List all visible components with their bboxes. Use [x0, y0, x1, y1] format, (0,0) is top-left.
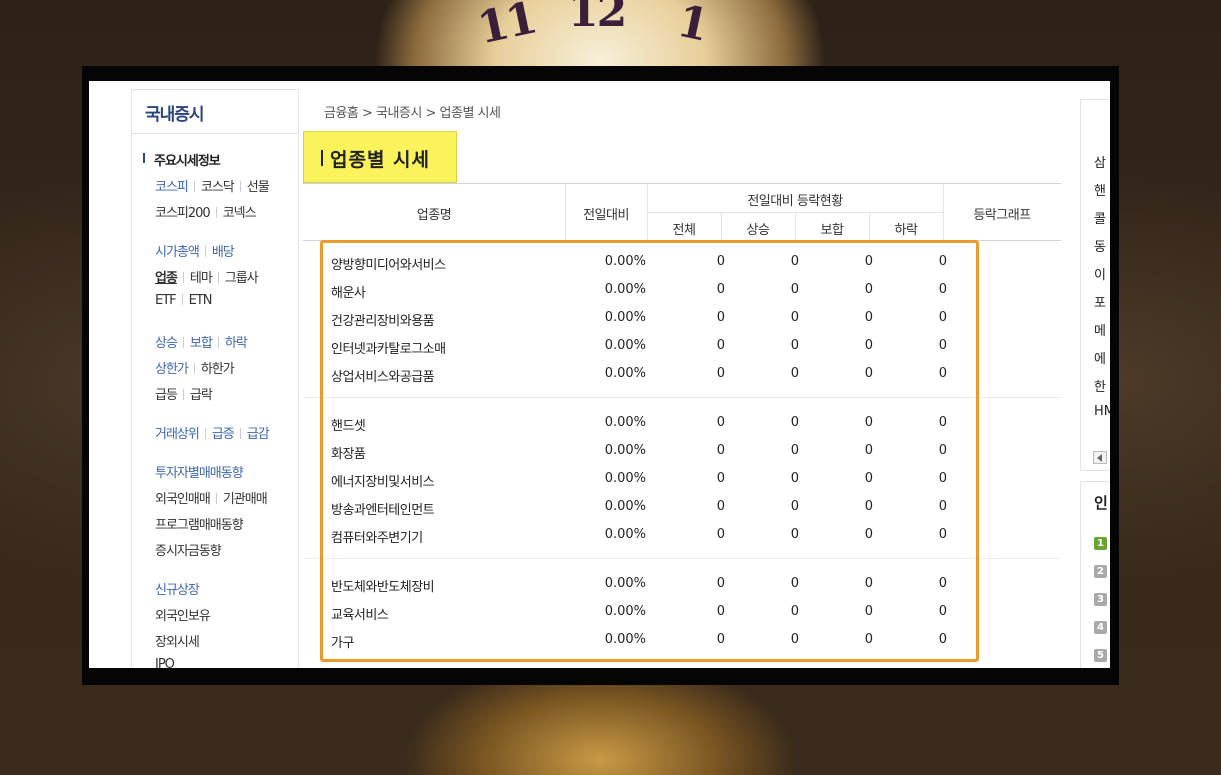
sidebar-row: 상승 보합 하락 [155, 332, 248, 351]
rank-badge: 2 [1094, 565, 1107, 578]
sidebar-link[interactable]: 투자자별매매동향 [155, 466, 244, 481]
annotation-highlight-box [320, 240, 979, 662]
separator [182, 389, 184, 400]
table-header: 업종명 전일대비 전일대비 등락현황 전체 상승 보합 하락 등락그래프 [303, 183, 1061, 241]
sidebar-row: 거래상위 급증 급감 [155, 423, 270, 442]
sidebar-row: 상한가 하한가 [155, 358, 235, 377]
sidebar-link[interactable]: 테마 [190, 271, 213, 286]
sidebar-link[interactable]: 장외시세 [155, 635, 200, 650]
sidebar-row: 프로그램매매동향 [155, 514, 244, 533]
rank-badge: 3 [1094, 593, 1107, 606]
separator [182, 337, 184, 348]
sidebar-link[interactable]: 상한가 [155, 362, 189, 377]
browser-screen: 국내증시 주요시세정보 코스피 코스닥 선물코스피200 코넥스시가총액 배당업종 테마 그… [89, 81, 1110, 668]
sidebar-row: 업종 테마 그룹사 [155, 267, 259, 286]
sidebar-row: 코스피 코스닥 선물 [155, 176, 270, 195]
sidebar-link[interactable]: 시가총액 [155, 245, 200, 260]
separator [239, 428, 241, 439]
right-panel-item[interactable]: 에 [1094, 348, 1106, 367]
sidebar-link[interactable]: 업종 [155, 271, 178, 286]
sidebar-link[interactable]: 급등 [155, 388, 178, 403]
col-name: 업종명 [416, 208, 452, 223]
sidebar-link[interactable]: 하락 [225, 336, 248, 351]
sidebar-link[interactable]: 코스피 [155, 180, 189, 195]
sidebar-row: 시가총액 배당 [155, 241, 235, 260]
sidebar-link[interactable]: 급증 [212, 427, 235, 442]
separator [215, 207, 217, 218]
sidebar-link[interactable]: 외국인매매 [155, 492, 211, 507]
sidebar-link[interactable]: 선물 [247, 180, 270, 195]
right-panel-item[interactable]: HM [1094, 404, 1110, 419]
sidebar-link[interactable]: ETF [155, 293, 177, 308]
rank-badge: 5 [1094, 649, 1107, 662]
separator [217, 337, 219, 348]
right-panel-item[interactable]: 삼 [1094, 152, 1106, 171]
sidebar-link[interactable]: 하한가 [201, 362, 235, 377]
sidebar-row: 투자자별매매동향 [155, 462, 244, 481]
right-panel-item[interactable]: 메 [1094, 320, 1106, 339]
page-title: 업종별 시세 [303, 131, 457, 183]
scroll-left-icon[interactable] [1093, 451, 1107, 464]
sidebar: 국내증시 주요시세정보 코스피 코스닥 선물코스피200 코넥스시가총액 배당업종 테마 그… [131, 89, 299, 668]
sidebar-row: 외국인보유 [155, 605, 211, 624]
col-up: 상승 [746, 223, 770, 238]
ranking-panel: 인 1 2 3 4 5 [1080, 481, 1110, 668]
sidebar-title: 국내증시 [132, 90, 298, 134]
sidebar-link[interactable]: 급감 [247, 427, 270, 442]
ranking-title: 인 [1094, 494, 1108, 512]
sidebar-row: IPO [155, 657, 175, 668]
separator [193, 363, 195, 374]
col-total: 전체 [672, 223, 696, 238]
sidebar-row: 코스피200 코넥스 [155, 202, 257, 221]
sidebar-link[interactable]: 프로그램매매동향 [155, 518, 244, 533]
rank-badge: 4 [1094, 621, 1107, 634]
sidebar-link[interactable]: 급락 [190, 388, 213, 403]
col-change: 전일대비 [583, 208, 629, 223]
sidebar-link[interactable]: 신규상장 [155, 583, 200, 598]
breadcrumb[interactable]: 금융홈 > 국내증시 > 업종별 시세 [324, 102, 501, 121]
sidebar-link[interactable]: ETN [189, 293, 213, 308]
right-panel-item[interactable]: 콜 [1094, 208, 1106, 227]
right-panel-item[interactable]: 포 [1094, 292, 1106, 311]
right-panel-item[interactable]: 동 [1094, 236, 1106, 255]
sidebar-link[interactable]: 코넥스 [223, 206, 257, 221]
right-panel: 삼 핸 콜 동 이 포 메 에 한 HM [1080, 99, 1110, 471]
sidebar-link[interactable]: 보합 [190, 336, 213, 351]
separator [182, 272, 184, 283]
sidebar-section-head: 주요시세정보 [143, 150, 221, 169]
separator [215, 493, 217, 504]
col-flat: 보합 [820, 223, 844, 238]
rank-badge: 1 [1094, 537, 1107, 550]
sidebar-link[interactable]: 상승 [155, 336, 178, 351]
sidebar-row: 장외시세 [155, 631, 200, 650]
right-panel-item[interactable]: 한 [1094, 376, 1106, 395]
sidebar-row: 증시자금동향 [155, 540, 222, 559]
sidebar-link[interactable]: 증시자금동향 [155, 544, 222, 559]
sidebar-link[interactable]: 기관매매 [223, 492, 268, 507]
sidebar-link[interactable]: 코스피200 [155, 206, 211, 221]
sidebar-row: 신규상장 [155, 579, 200, 598]
separator [193, 181, 195, 192]
sidebar-link[interactable]: 거래상위 [155, 427, 200, 442]
col-graph: 등락그래프 [973, 208, 1031, 223]
separator [217, 272, 219, 283]
sidebar-link[interactable]: 외국인보유 [155, 609, 211, 624]
sidebar-row: 외국인매매 기관매매 [155, 488, 268, 507]
sidebar-link[interactable]: 그룹사 [225, 271, 259, 286]
separator [204, 428, 206, 439]
sidebar-row: 급등 급락 [155, 384, 213, 403]
right-panel-item[interactable]: 이 [1094, 264, 1106, 283]
separator [239, 181, 241, 192]
clock-numeral-12: 12 [568, 0, 627, 37]
sidebar-link[interactable]: 배당 [212, 245, 235, 260]
col-status-group: 전일대비 등락현황 [747, 194, 843, 209]
right-panel-item[interactable]: 핸 [1094, 180, 1106, 199]
sidebar-row: ETF ETN [155, 293, 213, 308]
col-down: 하락 [894, 223, 918, 238]
separator [204, 246, 206, 257]
sidebar-link[interactable]: 코스닥 [201, 180, 235, 195]
sidebar-link[interactable]: IPO [155, 657, 175, 668]
separator [181, 294, 183, 305]
